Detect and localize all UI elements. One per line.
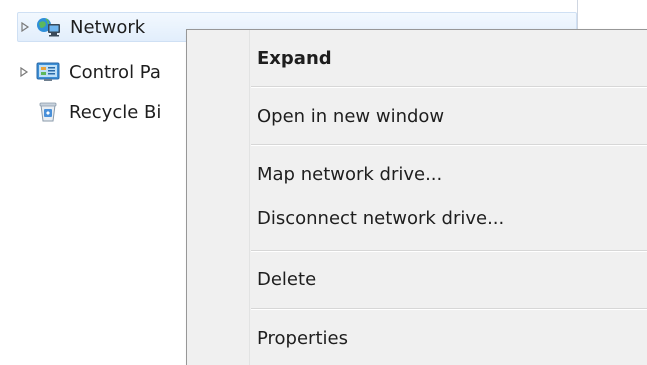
- expand-arrow-icon[interactable]: [17, 65, 31, 79]
- menu-separator: [251, 308, 647, 310]
- menu-separator: [251, 250, 647, 252]
- tree-item-label: Network: [70, 16, 146, 38]
- tree-item-label: Recycle Bi: [69, 101, 162, 123]
- network-icon: [36, 16, 62, 38]
- menu-item-properties[interactable]: Properties: [187, 322, 647, 354]
- tree-item-recycle-bin[interactable]: Recycle Bi: [17, 97, 161, 127]
- menu-separator: [251, 144, 647, 146]
- recycle-bin-icon: [35, 101, 61, 123]
- menu-item-disconnect-network-drive[interactable]: Disconnect network drive...: [187, 202, 647, 234]
- menu-item-map-network-drive[interactable]: Map network drive...: [187, 158, 647, 190]
- menu-separator: [251, 86, 647, 88]
- expand-arrow-icon[interactable]: [18, 20, 32, 34]
- menu-item-delete[interactable]: Delete: [187, 263, 647, 295]
- tree-item-label: Control Pa: [69, 61, 161, 83]
- menu-item-expand[interactable]: Expand: [187, 42, 647, 74]
- menu-item-open-in-new-window[interactable]: Open in new window: [187, 100, 647, 132]
- menu-gutter-divider: [249, 30, 250, 365]
- context-menu: Expand Open in new window Map network dr…: [186, 29, 647, 365]
- tree-item-control-panel[interactable]: Control Pa: [17, 57, 161, 87]
- control-panel-icon: [35, 61, 61, 83]
